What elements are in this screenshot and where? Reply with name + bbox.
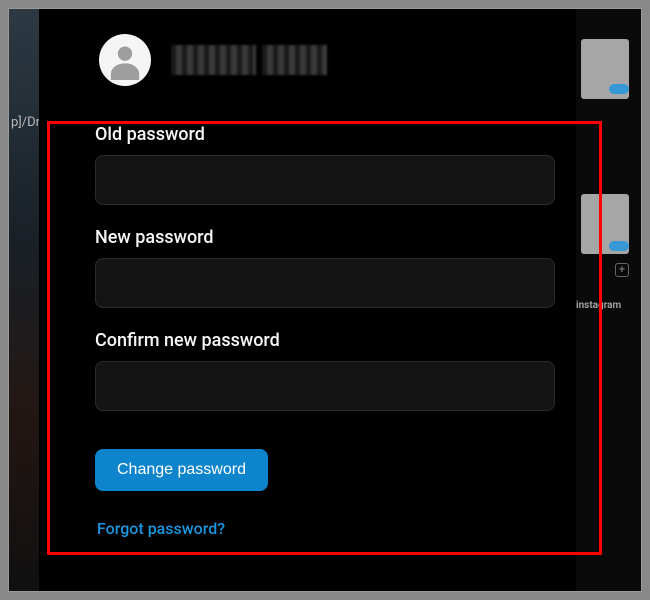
confirm-password-label: Confirm new password — [95, 330, 555, 351]
new-password-group: New password — [95, 227, 555, 308]
password-form: Old password New password Confirm new pa… — [95, 124, 555, 491]
person-icon — [105, 40, 145, 80]
app-frame: p]/Dr + instagram Old password — [8, 8, 642, 592]
background-pill — [609, 241, 629, 251]
forgot-password-link[interactable]: Forgot password? — [97, 519, 225, 538]
old-password-group: Old password — [95, 124, 555, 205]
old-password-label: Old password — [95, 124, 555, 145]
change-password-panel: Old password New password Confirm new pa… — [39, 9, 574, 591]
confirm-password-group: Confirm new password — [95, 330, 555, 411]
new-password-label: New password — [95, 227, 555, 248]
username-redacted — [171, 45, 327, 75]
background-right-strip: + instagram — [576, 9, 641, 591]
background-right-label: instagram — [576, 299, 631, 312]
old-password-input[interactable] — [95, 155, 555, 205]
background-pill — [609, 84, 629, 94]
user-header — [39, 9, 574, 86]
new-password-input[interactable] — [95, 258, 555, 308]
plus-icon: + — [615, 263, 629, 277]
change-password-button[interactable]: Change password — [95, 449, 268, 491]
background-left-text: p]/Dr — [11, 115, 40, 130]
background-left-strip — [9, 9, 39, 591]
avatar[interactable] — [99, 34, 151, 86]
confirm-password-input[interactable] — [95, 361, 555, 411]
